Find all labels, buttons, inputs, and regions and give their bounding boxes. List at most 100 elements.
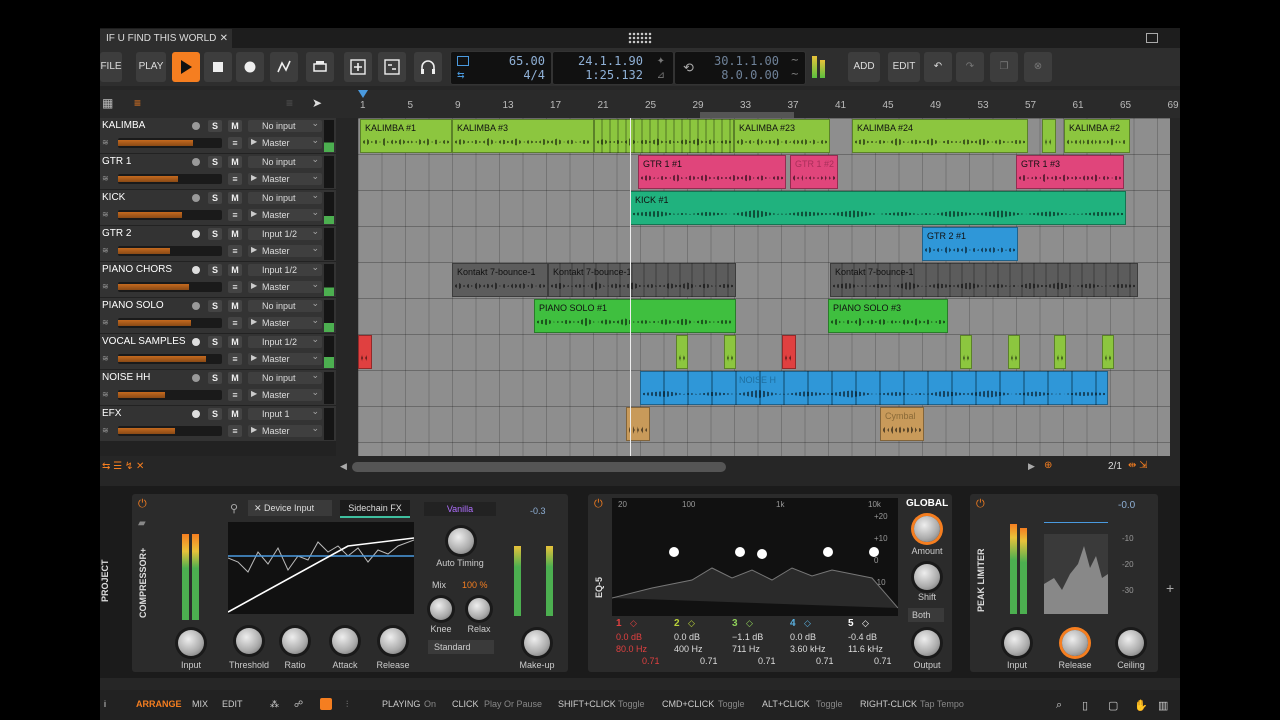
automation-write-button[interactable]: [270, 52, 298, 82]
track-name[interactable]: GTR 1: [102, 156, 192, 167]
undo-button[interactable]: ↶: [924, 52, 952, 82]
track-volume-fader[interactable]: [118, 426, 222, 436]
position-display[interactable]: 24.1.1.90 1:25.132 ✦ ⊿: [552, 51, 674, 85]
eq-band-q[interactable]: 0.71: [758, 656, 776, 666]
clip-vocal-1[interactable]: [676, 335, 688, 369]
record-arm-button[interactable]: [192, 266, 200, 274]
auto-timing-knob[interactable]: [448, 528, 474, 554]
metronome-button[interactable]: [414, 52, 442, 82]
pointer-tool-icon[interactable]: ➤: [312, 96, 322, 110]
track-input-select[interactable]: Input 1: [248, 405, 322, 420]
add-clip-button[interactable]: [344, 52, 372, 82]
track-name[interactable]: PIANO SOLO: [102, 300, 192, 311]
track-header-vocal-samples[interactable]: VOCAL SAMPLES ≋ SM ≡ Input 1/2 Master▶: [100, 333, 336, 370]
footer-tools-icon[interactable]: ⇆ ☰ ↯ ✕: [102, 461, 144, 472]
mix-value[interactable]: 100 %: [462, 580, 488, 590]
track-volume-fader[interactable]: [118, 390, 222, 400]
amount-knob[interactable]: [914, 516, 940, 542]
playhead[interactable]: [630, 118, 631, 456]
hand-icon[interactable]: ✋: [1134, 699, 1148, 712]
track-header-piano-solo[interactable]: PIANO SOLO ≋ SM ≡ No input Master▶: [100, 297, 336, 334]
mute-button[interactable]: M: [228, 120, 242, 132]
track-input-select[interactable]: No input: [248, 189, 322, 204]
clip-noise-hh[interactable]: NOISE H: [640, 371, 1108, 405]
track-header-kick[interactable]: KICK ≋ SM ≡ No input Master▶: [100, 189, 336, 226]
scroll-right-icon[interactable]: ▶: [1028, 461, 1035, 472]
mixer-icon[interactable]: ⫶: [346, 699, 348, 710]
track-menu-icon[interactable]: ≡: [228, 209, 242, 221]
limiter-release-knob[interactable]: [1062, 630, 1088, 656]
file-button[interactable]: FILE: [100, 52, 122, 82]
keyboard-icon[interactable]: ▥: [1158, 699, 1168, 712]
overdub-button[interactable]: [306, 52, 334, 82]
relax-knob[interactable]: [468, 598, 490, 620]
clip-kontakt-2[interactable]: Kontakt 7-bounce-1: [548, 263, 736, 297]
track-name[interactable]: VOCAL SAMPLES: [102, 336, 192, 347]
clip-vocal-2[interactable]: [724, 335, 736, 369]
eq-band-gain[interactable]: 0.0 dB: [674, 632, 700, 642]
eq-band-gain[interactable]: 0.0 dB: [616, 632, 642, 642]
attack-knob[interactable]: [332, 628, 358, 654]
track-menu-icon[interactable]: ≡: [228, 425, 242, 437]
limiter-power-icon[interactable]: ⏻: [976, 498, 985, 511]
eq-band-shape-icon[interactable]: ◇: [862, 618, 869, 629]
track-header-gtr-1[interactable]: GTR 1 ≋ SM ≡ No input Master▶: [100, 153, 336, 190]
clip-kalimba-small[interactable]: [1042, 119, 1056, 153]
mute-button[interactable]: M: [228, 228, 242, 240]
clip-gtr2-1[interactable]: GTR 2 #1: [922, 227, 1018, 261]
clip-kalimba-2[interactable]: KALIMBA #2: [1064, 119, 1130, 153]
edit-view-tab[interactable]: EDIT: [222, 699, 243, 709]
mix-view-tab[interactable]: MIX: [192, 699, 208, 709]
clip-vocal-3[interactable]: [960, 335, 972, 369]
file-icon[interactable]: ▯: [1082, 699, 1088, 712]
eq-band-number[interactable]: 4: [790, 618, 796, 629]
eq-band-number[interactable]: 2: [674, 618, 680, 629]
makeup-knob[interactable]: [524, 630, 550, 656]
clip-kalimba-23[interactable]: KALIMBA #23: [734, 119, 830, 153]
groove-icon[interactable]: ∼: [791, 55, 799, 66]
add-device-icon[interactable]: +: [1166, 580, 1174, 596]
clip-kalimba-1[interactable]: KALIMBA #1: [360, 119, 452, 153]
eq-band-q[interactable]: 0.71: [700, 656, 718, 666]
clip-piano-solo-1[interactable]: PIANO SOLO #1: [534, 299, 736, 333]
record-arm-button[interactable]: [192, 194, 200, 202]
sidechain-fx-button[interactable]: Sidechain FX: [340, 500, 410, 518]
track-output-select[interactable]: Master: [248, 422, 322, 437]
shift-knob[interactable]: [914, 564, 940, 590]
channel-select[interactable]: Both: [908, 608, 944, 622]
play-button[interactable]: [172, 52, 200, 82]
clip-kontakt-3[interactable]: Kontakt 7-bounce-1: [830, 263, 1138, 297]
solo-button[interactable]: S: [208, 336, 222, 348]
eq-band-number[interactable]: 1: [616, 618, 622, 629]
arrange-view-tab[interactable]: ARRANGE: [136, 699, 182, 709]
eq-band-gain[interactable]: −1.1 dB: [732, 632, 763, 642]
time-signature-value[interactable]: 4/4: [523, 68, 545, 82]
track-volume-fader[interactable]: [118, 138, 222, 148]
shuffle-icon[interactable]: ∼: [791, 69, 799, 80]
playback-start-marker[interactable]: [358, 90, 368, 98]
track-input-select[interactable]: Input 1/2: [248, 261, 322, 276]
eq-band-frequency[interactable]: 11.6 kHz: [848, 644, 883, 654]
output-knob[interactable]: [914, 630, 940, 656]
clip-kalimba-24[interactable]: KALIMBA #24: [852, 119, 1028, 153]
clip-gtr1-2[interactable]: GTR 1 #2: [790, 155, 838, 189]
list-toggle-icon[interactable]: ≡: [286, 96, 293, 110]
zoom-icon[interactable]: ⊕: [1044, 460, 1052, 471]
info-icon[interactable]: i: [104, 699, 106, 709]
launcher-button[interactable]: [378, 52, 406, 82]
track-output-select[interactable]: Master: [248, 350, 322, 365]
window-maximize-icon[interactable]: [1146, 33, 1158, 43]
record-arm-button[interactable]: [192, 374, 200, 382]
track-input-select[interactable]: No input: [248, 153, 322, 168]
clip-piano-solo-3[interactable]: PIANO SOLO #3: [828, 299, 948, 333]
eq-band-shape-icon[interactable]: ◇: [746, 618, 753, 629]
eq-band-frequency[interactable]: 3.60 kHz: [790, 644, 826, 654]
limiter-input-knob[interactable]: [1004, 630, 1030, 656]
project-tab[interactable]: IF U FIND THIS WORLD B... * ✕: [100, 29, 232, 63]
eq-band-number[interactable]: 3: [732, 618, 738, 629]
note-icon[interactable]: ⁂: [270, 699, 279, 710]
play-mode-button[interactable]: PLAY: [136, 52, 166, 82]
punch-out-icon[interactable]: ⊿: [657, 70, 665, 81]
clip-gtr1-3[interactable]: GTR 1 #3: [1016, 155, 1124, 189]
track-output-select[interactable]: Master: [248, 134, 322, 149]
